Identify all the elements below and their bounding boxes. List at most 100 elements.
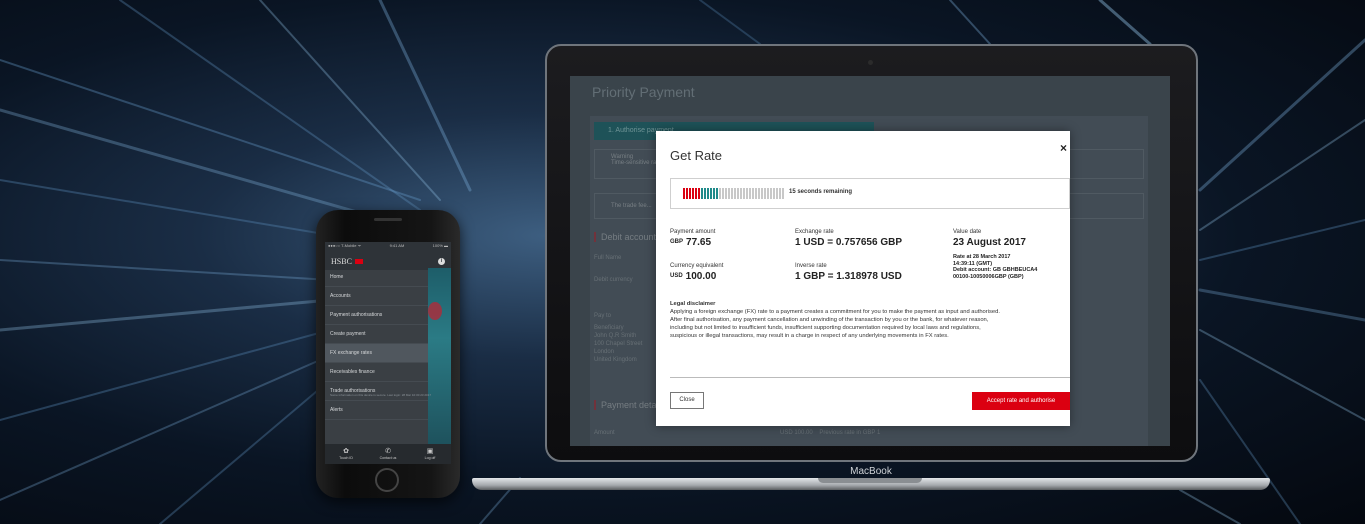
disclaimer-line: After final authorisation, any payment c… xyxy=(670,317,989,323)
debit-account-line: Debit account: GB GBHBEUCA4 xyxy=(953,267,1038,273)
payment-amount-currency: GBP xyxy=(670,239,684,245)
countdown-segment xyxy=(713,188,715,199)
currency-equivalent-value: 100.00 xyxy=(685,271,717,282)
menu-item-home[interactable]: Home xyxy=(325,268,428,287)
payment-amount-label: Payment amount xyxy=(670,229,716,235)
accept-rate-button[interactable]: Accept rate and authorise xyxy=(972,392,1070,410)
countdown-segment xyxy=(701,188,703,199)
inverse-rate-field: Inverse rate 1 GBP = 1.318978 USD xyxy=(795,262,902,283)
disclaimer-line: suspicious or illegal transactions, may … xyxy=(670,333,949,339)
menu-item-create-payment[interactable]: Create payment xyxy=(325,325,428,344)
phone-screen: ●●●○○ T-Mobile ᯤ 9:41 AM 100% ▬ HSBC i H… xyxy=(325,242,451,464)
currency-equivalent-currency: USD xyxy=(670,273,683,279)
tab-label: Log off xyxy=(424,456,436,460)
countdown-segment xyxy=(686,188,688,199)
countdown-segment xyxy=(740,188,742,199)
currency-equivalent-field: Currency equivalent USD 100.00 xyxy=(670,262,723,283)
disclaimer-title: Legal disclaimer xyxy=(670,301,716,307)
countdown-segment xyxy=(725,188,727,199)
countdown-progress-bar xyxy=(683,188,784,199)
countdown-segment xyxy=(782,188,784,199)
countdown-segment xyxy=(770,188,772,199)
countdown-segment xyxy=(737,188,739,199)
exchange-rate-label: Exchange rate xyxy=(795,229,834,235)
rate-countdown-timer: 15 seconds remaining xyxy=(670,178,1070,209)
exchange-rate-field: Exchange rate 1 USD = 0.757656 GBP xyxy=(795,228,902,249)
payment-amount-value: 77.65 xyxy=(686,237,712,248)
tab-log-off[interactable]: ▣ Log off xyxy=(409,444,451,464)
countdown-segment xyxy=(758,188,760,199)
hexagon-icon xyxy=(354,258,363,264)
home-button[interactable] xyxy=(375,468,399,492)
modal-title: Get Rate xyxy=(670,148,723,163)
disclaimer-line: including but not limited to insufficien… xyxy=(670,325,981,331)
camera-icon xyxy=(868,60,873,65)
legal-disclaimer: Legal disclaimer Applying a foreign exch… xyxy=(670,300,1070,340)
close-icon[interactable]: × xyxy=(1060,141,1067,155)
countdown-segment xyxy=(731,188,733,199)
carrier-signal: ●●●○○ T-Mobile ᯤ xyxy=(328,243,362,248)
tab-label: Touch ID xyxy=(339,456,353,460)
value-date-value: 23 August 2017 xyxy=(953,237,1026,248)
inverse-rate-value: 1 GBP = 1.318978 USD xyxy=(795,271,902,282)
phone-status-bar: ●●●○○ T-Mobile ᯤ 9:41 AM 100% ▬ xyxy=(325,242,451,252)
fingerprint-icon: ✿ xyxy=(343,448,349,455)
countdown-segment xyxy=(779,188,781,199)
countdown-segment xyxy=(704,188,706,199)
exchange-rate-value: 1 USD = 0.757656 GBP xyxy=(795,237,903,248)
countdown-segment xyxy=(743,188,745,199)
tab-contact-us[interactable]: ✆ Contact us xyxy=(367,444,409,464)
phone-menu-footer: Some information on this device is secur… xyxy=(330,393,432,397)
phone-tab-bar: ✿ Touch ID ✆ Contact us ▣ Log off xyxy=(325,444,451,464)
phone-earpiece xyxy=(374,218,402,221)
countdown-segment xyxy=(716,188,718,199)
menu-item-payment-authorisations[interactable]: Payment authorisations xyxy=(325,306,428,325)
countdown-segment xyxy=(773,188,775,199)
countdown-segment xyxy=(695,188,697,199)
payment-amount-field: Payment amount GBP 77.65 xyxy=(670,228,715,249)
get-rate-modal: Get Rate × 15 seconds remaining Payment … xyxy=(656,131,1070,426)
menu-item-receivables-finance[interactable]: Receivables finance xyxy=(325,363,428,382)
laptop-brand-label: MacBook xyxy=(850,466,892,477)
countdown-segment xyxy=(764,188,766,199)
inverse-rate-label: Inverse rate xyxy=(795,263,827,269)
close-button[interactable]: Close xyxy=(670,392,704,409)
countdown-segment xyxy=(698,188,700,199)
modal-divider xyxy=(670,377,1070,378)
countdown-segment xyxy=(692,188,694,199)
disclaimer-line: Applying a foreign exchange (FX) rate to… xyxy=(670,309,1000,315)
countdown-segment xyxy=(707,188,709,199)
countdown-segment xyxy=(776,188,778,199)
tab-label: Contact us xyxy=(379,456,397,460)
debit-account-line: 00100-10050006GBP (GBP) xyxy=(953,273,1024,280)
countdown-segment xyxy=(683,188,685,199)
countdown-segment xyxy=(734,188,736,199)
laptop-screen: Priority Payment 1. Authorise payment Wa… xyxy=(570,76,1170,446)
value-date-label: Value date xyxy=(953,229,982,235)
info-icon[interactable]: i xyxy=(438,257,445,265)
menu-item-fx-exchange-rates[interactable]: FX exchange rates xyxy=(325,344,428,363)
decorative-ring xyxy=(428,302,442,320)
phone-icon: ✆ xyxy=(385,448,391,455)
timer-text: 15 seconds remaining xyxy=(789,189,853,195)
tab-touch-id[interactable]: ✿ Touch ID xyxy=(325,444,367,464)
countdown-segment xyxy=(749,188,751,199)
menu-item-alerts[interactable]: Alerts xyxy=(325,401,428,420)
countdown-segment xyxy=(719,188,721,199)
laptop-notch xyxy=(818,478,922,483)
menu-item-accounts[interactable]: Accounts xyxy=(325,287,428,306)
countdown-segment xyxy=(752,188,754,199)
smartphone: ●●●○○ T-Mobile ᯤ 9:41 AM 100% ▬ HSBC i H… xyxy=(316,210,460,498)
countdown-segment xyxy=(767,188,769,199)
status-time: 9:41 AM xyxy=(389,243,405,248)
countdown-segment xyxy=(728,188,730,199)
phone-background-content xyxy=(428,268,451,444)
countdown-segment xyxy=(761,188,763,199)
countdown-segment xyxy=(689,188,691,199)
lock-icon: ▣ xyxy=(426,448,434,455)
currency-equivalent-label: Currency equivalent xyxy=(670,263,724,269)
rate-timestamp-account: Rate at 28 March 2017 14:39:11 (GMT) Deb… xyxy=(953,254,1037,280)
countdown-segment xyxy=(710,188,712,199)
brand-name: HSBC xyxy=(331,256,352,266)
countdown-segment xyxy=(755,188,757,199)
